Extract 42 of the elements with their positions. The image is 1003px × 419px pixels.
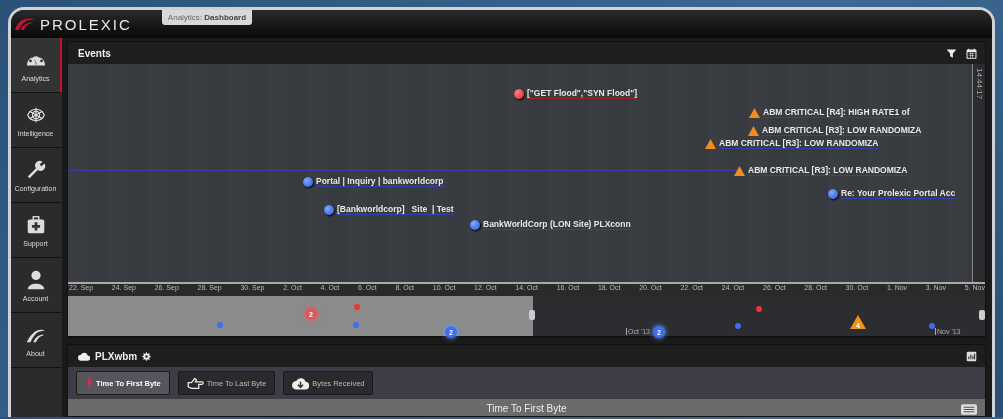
event-label: [Bankworldcorp] Site | Test — [337, 204, 454, 215]
logo-text: PROLEXIC — [40, 15, 132, 33]
cloud-icon — [78, 351, 90, 361]
pointing-hand-icon — [186, 376, 204, 390]
warning-triangle-icon[interactable] — [734, 165, 745, 176]
panel-title: PLXwbm — [95, 350, 138, 362]
alert-dot[interactable] — [514, 88, 524, 99]
event-label: Re: Your Prolexic Portal Acc — [841, 188, 956, 199]
event-label: ABM CRITICAL [R4]: HIGH RATE1 of — [763, 107, 910, 118]
time-label: 14:44:17 — [974, 68, 984, 100]
warning-triangle-icon[interactable] — [749, 107, 760, 118]
warning-triangle-icon[interactable] — [705, 138, 716, 149]
range-handle[interactable] — [979, 310, 985, 320]
event-dot[interactable] — [217, 322, 223, 328]
breadcrumb-tab[interactable]: Analytics: Dashboard — [161, 10, 253, 25]
event-label: ABM CRITICAL [R3]: LOW RANDOMIZA — [762, 125, 922, 136]
calendar-icon[interactable] — [966, 47, 977, 59]
event-dot[interactable] — [756, 306, 762, 312]
event-dot[interactable] — [353, 322, 359, 328]
event-dot[interactable] — [929, 323, 935, 329]
bolt-icon — [85, 376, 93, 390]
panel-title: Events — [78, 47, 111, 59]
event-dot[interactable] — [470, 219, 480, 230]
chart-title: Time To First Byte — [486, 403, 567, 414]
event-label: BankWorldCorp (LON Site) PLXconn — [483, 219, 631, 230]
logo-icon — [13, 16, 37, 32]
event-label: Portal | Inquiry | bankworldcorp — [316, 176, 444, 187]
settings-icon[interactable] — [142, 351, 152, 361]
menu-icon[interactable] — [961, 404, 977, 415]
event-dot[interactable] — [303, 176, 313, 187]
event-dot[interactable] — [324, 204, 334, 215]
event-label: ABM CRITICAL [R3]: LOW RANDOMIZA — [719, 138, 879, 149]
event-dot[interactable] — [735, 323, 741, 329]
filter-icon[interactable] — [946, 47, 957, 59]
event-dot[interactable] — [354, 304, 360, 310]
event-label: ["GET Flood","SYN Flood"] — [527, 88, 638, 99]
cloud-download-icon — [292, 376, 310, 390]
event-dot[interactable] — [828, 188, 838, 199]
event-label: ABM CRITICAL [R3]: LOW RANDOMIZA — [748, 165, 908, 176]
chart-icon[interactable] — [966, 350, 977, 362]
warning-triangle-icon[interactable] — [748, 125, 759, 136]
range-handle[interactable] — [529, 310, 535, 320]
